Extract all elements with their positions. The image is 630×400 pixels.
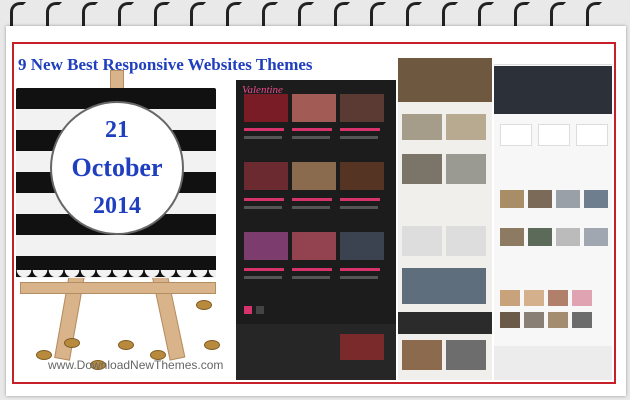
- gallery-tile: [548, 312, 568, 328]
- footer-bar: [494, 346, 612, 380]
- post-thumbnail: [528, 228, 552, 246]
- section-image: [446, 114, 486, 140]
- header-bar: [494, 50, 612, 65]
- hero-image: [494, 66, 612, 114]
- gallery-tile: [524, 312, 544, 328]
- theme-preview-light: [398, 58, 492, 380]
- post-thumbnail: [340, 94, 384, 122]
- date-badge: 21 October 2014: [50, 101, 184, 235]
- section-image: [402, 268, 486, 304]
- gallery-tile: [500, 312, 520, 328]
- post-thumbnail: [528, 190, 552, 208]
- section-image: [402, 114, 442, 140]
- post-thumbnail: [244, 232, 288, 260]
- canvas-scalloped-edge: [16, 270, 216, 284]
- post-thumbnail: [340, 162, 384, 190]
- section-image: [446, 154, 486, 184]
- dark-strip: [398, 312, 492, 334]
- post-thumbnail: [292, 232, 336, 260]
- gallery-tile: [524, 290, 544, 306]
- header-image: [398, 58, 492, 102]
- gallery-tile: [500, 290, 520, 306]
- feature-box: [500, 124, 532, 146]
- feature-box: [538, 124, 570, 146]
- section-image: [402, 226, 442, 256]
- date-month: October: [71, 153, 163, 182]
- post-thumbnail: [556, 228, 580, 246]
- theme-preview-dark: Valentine: [236, 80, 396, 380]
- pagination-button[interactable]: [256, 306, 264, 314]
- section-image: [446, 226, 486, 256]
- post-thumbnail: [292, 94, 336, 122]
- post-thumbnail: [584, 190, 608, 208]
- gallery-tile: [572, 312, 592, 328]
- post-thumbnail: [340, 232, 384, 260]
- page-title: 9 New Best Responsive Websites Themes: [18, 55, 313, 74]
- theme-preview-blog: [494, 50, 612, 380]
- post-thumbnail: [556, 190, 580, 208]
- gallery-tile: [572, 290, 592, 306]
- post-thumbnail: [244, 162, 288, 190]
- section-image: [402, 154, 442, 184]
- date-day: 21: [105, 117, 129, 143]
- feature-box: [576, 124, 608, 146]
- post-thumbnail: [340, 334, 384, 360]
- sequin: [118, 340, 134, 350]
- date-year: 2014: [93, 193, 141, 219]
- post-thumbnail: [244, 94, 288, 122]
- sequin: [204, 340, 220, 350]
- watermark-text: www.DownloadNewThemes.com: [48, 358, 224, 372]
- page: 21 October 2014 Valentine 9 New Best Res…: [0, 0, 630, 400]
- sequin: [196, 300, 212, 310]
- section-image: [446, 340, 486, 370]
- gallery-tile: [548, 290, 568, 306]
- post-thumbnail: [500, 228, 524, 246]
- pagination-button[interactable]: [244, 306, 252, 314]
- post-thumbnail: [500, 190, 524, 208]
- section-image: [402, 340, 442, 370]
- post-thumbnail: [584, 228, 608, 246]
- sequin: [64, 338, 80, 348]
- post-thumbnail: [292, 162, 336, 190]
